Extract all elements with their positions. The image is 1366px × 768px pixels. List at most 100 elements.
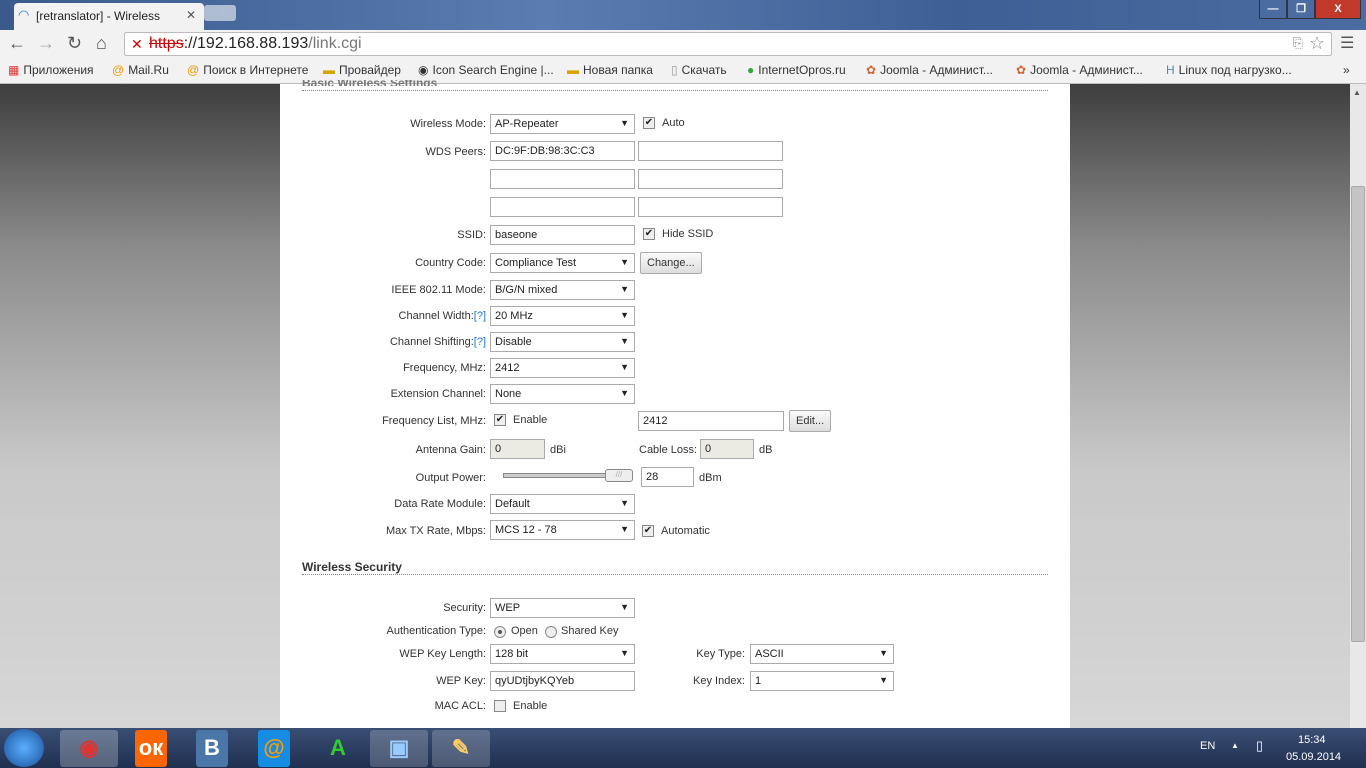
address-bar[interactable]: ✕ https://192.168.88.193/link.cgi ⎘ ☆ xyxy=(124,32,1332,56)
channel-width-help-link[interactable]: [?] xyxy=(474,310,486,322)
mac-acl-checkbox[interactable] xyxy=(494,700,506,712)
divider xyxy=(302,574,1048,575)
mac-acl-label: MAC ACL: xyxy=(434,700,486,712)
edit-frequency-list-button[interactable]: Edit... xyxy=(789,410,832,432)
output-power-input[interactable]: 28 xyxy=(641,467,694,487)
frequency-select[interactable]: 2412 xyxy=(490,358,635,378)
back-icon[interactable]: ← xyxy=(8,33,26,54)
extension-channel-label: Extension Channel: xyxy=(390,388,486,400)
menu-icon[interactable]: ☰ xyxy=(1340,33,1354,53)
forward-icon[interactable]: → xyxy=(37,33,55,54)
restore-button[interactable]: ❐ xyxy=(1287,0,1315,19)
battery-icon[interactable]: ▯ xyxy=(1256,738,1263,754)
auth-shared-key-radio[interactable] xyxy=(545,626,557,638)
auto-checkbox[interactable]: ✔ xyxy=(643,117,655,129)
minimize-button[interactable]: — xyxy=(1259,0,1287,19)
wds-peer-6[interactable] xyxy=(638,197,783,217)
bookmarks-overflow[interactable]: » xyxy=(1343,63,1350,77)
ieee-mode-select[interactable]: B/G/N mixed xyxy=(490,280,635,300)
auto-label: Auto xyxy=(662,117,685,129)
automatic-label: Automatic xyxy=(661,525,710,537)
bookmark-apps[interactable]: ▦ Приложения xyxy=(8,63,94,77)
hide-ssid-checkbox[interactable]: ✔ xyxy=(643,228,655,240)
frequency-list-label: Frequency List, MHz: xyxy=(382,415,486,427)
auth-shared-key-label: Shared Key xyxy=(561,625,619,637)
wds-peer-5[interactable] xyxy=(490,197,635,217)
wireless-mode-label: Wireless Mode: xyxy=(410,118,486,130)
country-code-select[interactable]: Compliance Test xyxy=(490,253,635,273)
mac-acl-enable-label: Enable xyxy=(513,700,548,712)
close-window-button[interactable]: X xyxy=(1315,0,1361,19)
wds-peer-4[interactable] xyxy=(638,169,783,189)
url-scheme: https xyxy=(149,35,184,52)
bookmark-download[interactable]: ▯ Скачать xyxy=(671,63,727,77)
taskbar-vk-icon[interactable]: B xyxy=(196,730,228,767)
joomla-icon: ✿ xyxy=(866,63,877,77)
wds-peer-3[interactable] xyxy=(490,169,635,189)
cable-loss-label: Cable Loss: xyxy=(639,444,698,456)
data-rate-module-label: Data Rate Module: xyxy=(394,498,486,510)
channel-shifting-help-link[interactable]: [?] xyxy=(474,336,486,348)
extension-channel-select[interactable]: None xyxy=(490,384,635,404)
bookmark-search[interactable]: @ Поиск в Интернете xyxy=(187,63,308,77)
frequency-list-input[interactable]: 2412 xyxy=(638,411,784,431)
taskbar-chrome-icon[interactable]: ◉ xyxy=(60,730,118,767)
bookmark-joomla-2[interactable]: ✿ Joomla - Админист... xyxy=(1016,63,1143,77)
cable-loss-input[interactable]: 0 xyxy=(700,439,754,459)
frequency-label: Frequency, MHz: xyxy=(403,362,486,374)
language-indicator[interactable]: EN xyxy=(1200,740,1215,752)
wep-key-label: WEP Key: xyxy=(436,675,486,687)
output-power-slider-handle[interactable]: /// xyxy=(605,469,633,482)
taskbar-paint-icon[interactable]: ✎ xyxy=(432,730,490,767)
bookmark-internetopros[interactable]: ● InternetOpros.ru xyxy=(747,63,846,77)
bookmark-new-folder[interactable]: ▬ Новая папка xyxy=(567,63,653,77)
page-icon: ▯ xyxy=(671,63,678,77)
bookmark-joomla-1[interactable]: ✿ Joomla - Админист... xyxy=(866,63,993,77)
close-tab-icon[interactable]: ✕ xyxy=(186,8,196,22)
frequency-list-enable-checkbox[interactable]: ✔ xyxy=(494,414,506,426)
channel-shifting-select[interactable]: Disable xyxy=(490,332,635,352)
reload-icon[interactable]: ↻ xyxy=(67,33,82,54)
translate-icon[interactable]: ⎘ xyxy=(1293,35,1303,51)
clock-date[interactable]: 05.09.2014 xyxy=(1286,751,1341,763)
start-button[interactable] xyxy=(4,729,44,767)
wds-peer-1[interactable]: DC:9F:DB:98:3C:C3 xyxy=(490,141,635,161)
taskbar-odnoklassniki-icon[interactable]: ок xyxy=(135,730,167,767)
new-tab-button[interactable] xyxy=(204,5,236,21)
home-icon[interactable]: ⌂ xyxy=(96,33,107,54)
taskbar-control-panel-icon[interactable]: ▣ xyxy=(370,730,428,767)
ssid-input[interactable]: baseone xyxy=(490,225,635,245)
auth-open-radio[interactable] xyxy=(494,626,506,638)
key-index-select[interactable]: 1 xyxy=(750,671,894,691)
frequency-list-enable-label: Enable xyxy=(513,414,548,426)
apps-grid-icon: ▦ xyxy=(8,63,20,77)
automatic-checkbox[interactable]: ✔ xyxy=(642,525,654,537)
wds-peer-2[interactable] xyxy=(638,141,783,161)
key-type-select[interactable]: ASCII xyxy=(750,644,894,664)
bookmark-mailru[interactable]: @ Mail.Ru xyxy=(112,63,169,77)
scroll-up-icon[interactable]: ▲ xyxy=(1353,88,1361,97)
browser-tab[interactable]: ◠ [retranslator] - Wireless ✕ xyxy=(14,3,204,30)
wireless-mode-select[interactable]: AP-Repeater xyxy=(490,114,635,134)
data-rate-module-select[interactable]: Default xyxy=(490,494,635,514)
taskbar-a-icon[interactable]: A xyxy=(320,730,356,767)
security-select[interactable]: WEP xyxy=(490,598,635,618)
scrollbar-thumb[interactable] xyxy=(1351,186,1365,642)
output-power-unit: dBm xyxy=(699,472,722,484)
max-tx-rate-label: Max TX Rate, Mbps: xyxy=(385,525,486,537)
channel-width-label: Channel Width:[?] xyxy=(398,310,486,322)
bookmark-provider[interactable]: ▬ Провайдер xyxy=(323,63,401,77)
change-country-button[interactable]: Change... xyxy=(640,252,702,274)
star-icon[interactable]: ☆ xyxy=(1309,33,1325,54)
clock-time[interactable]: 15:34 xyxy=(1298,734,1326,746)
tray-expand-icon[interactable]: ▲ xyxy=(1231,741,1239,750)
channel-width-select[interactable]: 20 MHz xyxy=(490,306,635,326)
bookmark-icon-search[interactable]: ◉ Icon Search Engine |... xyxy=(418,63,554,77)
key-type-label: Key Type: xyxy=(696,648,745,660)
max-tx-rate-select[interactable]: MCS 12 - 78 xyxy=(490,520,635,540)
taskbar-mail-agent-icon[interactable]: @ xyxy=(258,730,290,767)
bookmark-linux[interactable]: H Linux под нагрузко... xyxy=(1166,63,1292,77)
antenna-gain-unit: dBi xyxy=(550,444,566,456)
antenna-gain-input[interactable]: 0 xyxy=(490,439,545,459)
eye-icon: ◉ xyxy=(418,63,429,77)
